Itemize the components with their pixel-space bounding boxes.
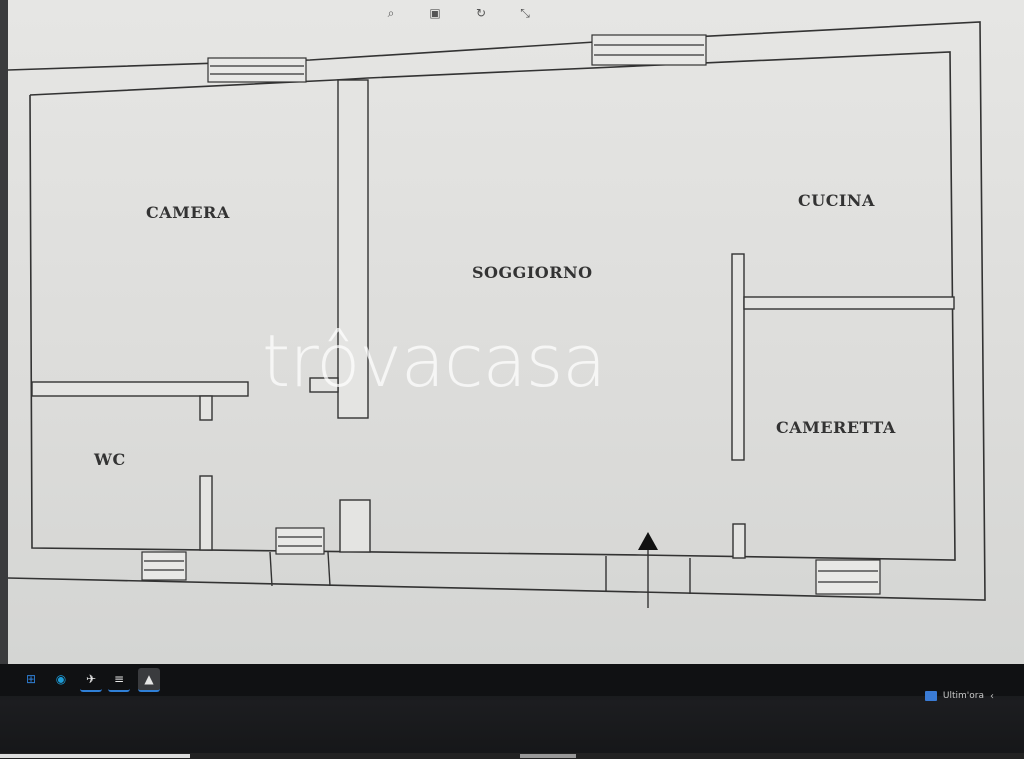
watermark-logo: trôvacasa [262, 319, 606, 403]
windows [141, 34, 881, 595]
system-tray[interactable]: Ultim'ora ‹ [924, 688, 994, 704]
chevron-left-icon[interactable]: ‹ [990, 691, 994, 702]
photos-icon[interactable]: ▲ [138, 668, 160, 692]
room-label-cameretta: CAMERETTA [776, 418, 896, 437]
list-icon[interactable]: ≡ [108, 668, 130, 692]
room-label-soggiorno: SOGGIORNO [472, 263, 593, 282]
news-label[interactable]: Ultim'ora [943, 691, 984, 701]
outer-wall [7, 21, 986, 601]
bottom-edge [0, 753, 1024, 759]
room-label-cucina: CUCINA [798, 191, 875, 210]
edge-highlight [0, 754, 190, 758]
app-icon[interactable]: ✈ [80, 668, 102, 692]
room-label-wc: WC [93, 450, 126, 469]
entrance-arrow [638, 532, 658, 608]
taskbar: ⊞ ◉ ✈ ≡ ▲ Ultim'ora ‹ [0, 664, 1024, 759]
taskbar-strip: ⊞ ◉ ✈ ≡ ▲ [0, 664, 1024, 696]
news-icon[interactable] [924, 691, 937, 701]
edge-highlight [520, 754, 576, 758]
edge-icon[interactable]: ◉ [50, 668, 72, 690]
start-icon[interactable]: ⊞ [20, 668, 42, 690]
room-label-camera: CAMERA [146, 203, 230, 222]
monitor-screen: ⌕ ▣ ↻ ⤡ CAMERA SOGGIORNO CUCINA CAMERETT… [0, 0, 1024, 664]
